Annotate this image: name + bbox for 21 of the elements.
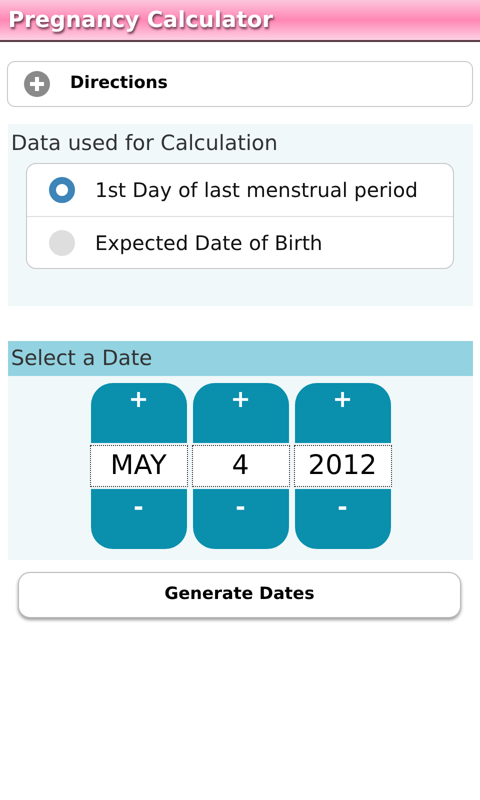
increment-button[interactable]: + (90, 383, 186, 443)
date-value-field[interactable]: 4 (192, 445, 290, 487)
increment-button[interactable]: + (294, 383, 390, 443)
decrement-button[interactable]: - (192, 489, 288, 549)
radio-button[interactable] (49, 230, 75, 256)
date-value-field[interactable]: 2012 (294, 445, 392, 487)
date-value-field[interactable]: MAY (90, 445, 188, 487)
app-title: Pregnancy Calculator (8, 6, 273, 34)
option-label: 1st Day of last menstrual period (95, 177, 418, 204)
radio-option[interactable]: 1st Day of last menstrual period (27, 164, 453, 216)
radio-button[interactable] (49, 177, 75, 203)
decrement-button[interactable]: - (294, 489, 390, 549)
option-label: Expected Date of Birth (95, 230, 322, 256)
directions-button[interactable]: Directions (7, 61, 473, 107)
generate-dates-button[interactable]: Generate Dates (18, 572, 461, 618)
section-heading: Select a Date (8, 341, 473, 376)
radio-option[interactable]: Expected Date of Birth (27, 216, 453, 268)
section-heading: Data used for Calculation (10, 130, 279, 157)
increment-button[interactable]: + (192, 383, 288, 443)
expand-icon (24, 71, 50, 97)
decrement-button[interactable]: - (90, 489, 186, 549)
